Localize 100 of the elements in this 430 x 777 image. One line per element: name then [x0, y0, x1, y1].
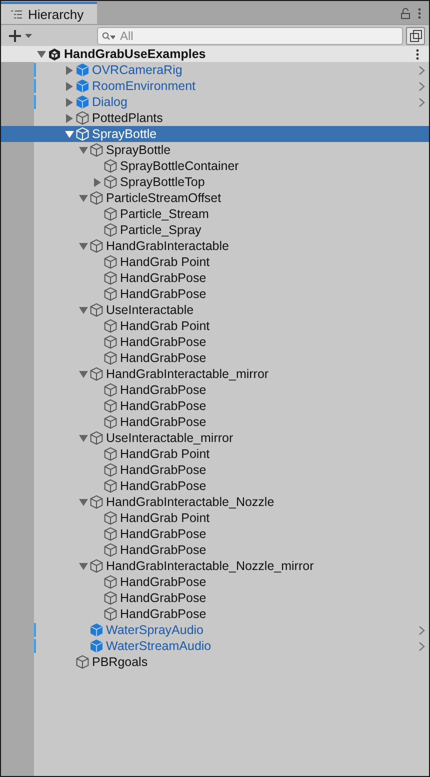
item-label: HandGrabInteractable — [106, 239, 229, 253]
hierarchy-item[interactable]: Particle_Spray — [1, 222, 429, 238]
item-label: SprayBottle — [106, 143, 171, 157]
hierarchy-item[interactable]: HandGrabPose — [1, 478, 429, 494]
item-label: Particle_Stream — [120, 207, 209, 221]
hierarchy-item[interactable]: WaterSprayAudio — [1, 622, 429, 638]
item-label: HandGrab Point — [120, 511, 210, 525]
hierarchy-item[interactable]: SprayBottle — [1, 142, 429, 158]
hierarchy-item[interactable]: HandGrabInteractable_mirror — [1, 366, 429, 382]
cube-outline-icon — [104, 271, 117, 285]
collapse-arrow-icon[interactable] — [78, 194, 88, 202]
hierarchy-item[interactable]: PBRgoals — [1, 654, 429, 670]
hierarchy-item[interactable]: HandGrabPose — [1, 606, 429, 622]
cube-icon — [76, 63, 89, 77]
item-label: WaterSprayAudio — [106, 623, 204, 637]
hierarchy-item[interactable]: Particle_Stream — [1, 206, 429, 222]
collapse-arrow-icon[interactable] — [78, 434, 88, 442]
item-label: HandGrab Point — [120, 255, 210, 269]
hierarchy-tab[interactable]: Hierarchy — [1, 2, 97, 24]
hierarchy-item[interactable]: WaterStreamAudio — [1, 638, 429, 654]
cube-outline-icon — [90, 559, 103, 573]
cube-outline-icon — [104, 399, 117, 413]
hierarchy-item[interactable]: HandGrabPose — [1, 334, 429, 350]
cube-outline-icon — [104, 175, 117, 189]
item-label: UseInteractable — [106, 303, 194, 317]
collapse-arrow-icon[interactable] — [36, 50, 46, 58]
hierarchy-item[interactable]: RoomEnvironment — [1, 78, 429, 94]
item-label: SprayBottle — [92, 127, 157, 141]
cube-outline-icon — [90, 495, 103, 509]
cube-outline-icon — [104, 591, 117, 605]
collapse-arrow-icon[interactable] — [78, 242, 88, 250]
item-label: HandGrabPose — [120, 591, 206, 605]
hierarchy-item[interactable]: HandGrabInteractable — [1, 238, 429, 254]
add-dropdown-icon[interactable] — [9, 30, 33, 42]
hierarchy-item[interactable]: HandGrabInteractable_Nozzle — [1, 494, 429, 510]
hierarchy-item[interactable]: ParticleStreamOffset — [1, 190, 429, 206]
cube-outline-icon — [104, 287, 117, 301]
prefab-marker — [34, 63, 36, 77]
hierarchy-item[interactable]: HandGrab Point — [1, 254, 429, 270]
item-label: HandGrab Point — [120, 319, 210, 333]
hierarchy-item[interactable]: HandGrabPose — [1, 414, 429, 430]
item-label: HandGrabPose — [120, 351, 206, 365]
cube-outline-icon — [90, 303, 103, 317]
cube-outline-icon — [104, 383, 117, 397]
item-label: WaterStreamAudio — [106, 639, 212, 653]
cube-outline-icon — [104, 527, 117, 541]
collapse-arrow-icon[interactable] — [78, 370, 88, 378]
item-label: OVRCameraRig — [92, 63, 182, 77]
item-label: PBRgoals — [92, 655, 148, 669]
hierarchy-item[interactable]: UseInteractable — [1, 302, 429, 318]
hierarchy-item[interactable]: HandGrab Point — [1, 446, 429, 462]
hierarchy-item[interactable]: UseInteractable_mirror — [1, 430, 429, 446]
item-label: HandGrabPose — [120, 527, 206, 541]
hierarchy-item[interactable]: HandGrabPose — [1, 350, 429, 366]
hierarchy-item[interactable]: Dialog — [1, 94, 429, 110]
collapse-arrow-icon[interactable] — [78, 562, 88, 570]
collapse-arrow-icon[interactable] — [78, 498, 88, 506]
hierarchy-item[interactable]: HandGrabPose — [1, 286, 429, 302]
cube-outline-icon — [76, 111, 89, 125]
expand-arrow-icon[interactable] — [94, 178, 100, 186]
hierarchy-item[interactable]: HandGrabPose — [1, 382, 429, 398]
scene-name: HandGrabUseExamples — [64, 47, 206, 61]
unity-logo-icon — [48, 48, 61, 60]
cube-outline-icon — [104, 463, 117, 477]
hierarchy-item[interactable]: OVRCameraRig — [1, 62, 429, 78]
cube-outline-icon — [104, 575, 117, 589]
hierarchy-item[interactable]: HandGrabPose — [1, 270, 429, 286]
item-label: UseInteractable_mirror — [106, 431, 234, 445]
hierarchy-item[interactable]: HandGrabPose — [1, 526, 429, 542]
hierarchy-item[interactable]: HandGrabInteractable_Nozzle_mirror — [1, 558, 429, 574]
hierarchy-item[interactable]: HandGrabPose — [1, 542, 429, 558]
scene-header[interactable]: HandGrabUseExamples — [1, 46, 429, 62]
item-label: HandGrabInteractable_mirror — [106, 367, 269, 381]
cube-outline-icon — [104, 223, 117, 237]
hierarchy-item[interactable]: PottedPlants — [1, 110, 429, 126]
scene-visibility-button[interactable] — [406, 26, 425, 44]
collapse-arrow-icon[interactable] — [78, 306, 88, 314]
item-label: Particle_Spray — [120, 223, 202, 237]
item-label: HandGrabPose — [120, 479, 206, 493]
hierarchy-item[interactable]: SprayBottleTop — [1, 174, 429, 190]
cube-outline-icon — [104, 543, 117, 557]
item-label: HandGrabPose — [120, 543, 206, 557]
cube-outline-icon — [104, 415, 117, 429]
prefab-marker — [34, 79, 36, 93]
item-label: HandGrabPose — [120, 399, 206, 413]
hierarchy-item[interactable]: HandGrabPose — [1, 590, 429, 606]
item-label: ParticleStreamOffset — [106, 191, 222, 205]
hierarchy-item[interactable]: HandGrabPose — [1, 462, 429, 478]
cube-outline-icon — [104, 255, 117, 269]
hierarchy-item[interactable]: HandGrabPose — [1, 574, 429, 590]
search-field[interactable]: All — [97, 26, 403, 44]
hierarchy-item[interactable]: HandGrabPose — [1, 398, 429, 414]
hierarchy-item[interactable]: SprayBottleContainer — [1, 158, 429, 174]
cube-icon — [76, 95, 89, 109]
hierarchy-item[interactable]: SprayBottle — [1, 126, 429, 142]
prefab-marker — [34, 639, 36, 653]
more-options-icon[interactable] — [416, 49, 419, 60]
hierarchy-item[interactable]: HandGrab Point — [1, 510, 429, 526]
hierarchy-item[interactable]: HandGrab Point — [1, 318, 429, 334]
lock-icon[interactable] — [401, 8, 410, 18]
